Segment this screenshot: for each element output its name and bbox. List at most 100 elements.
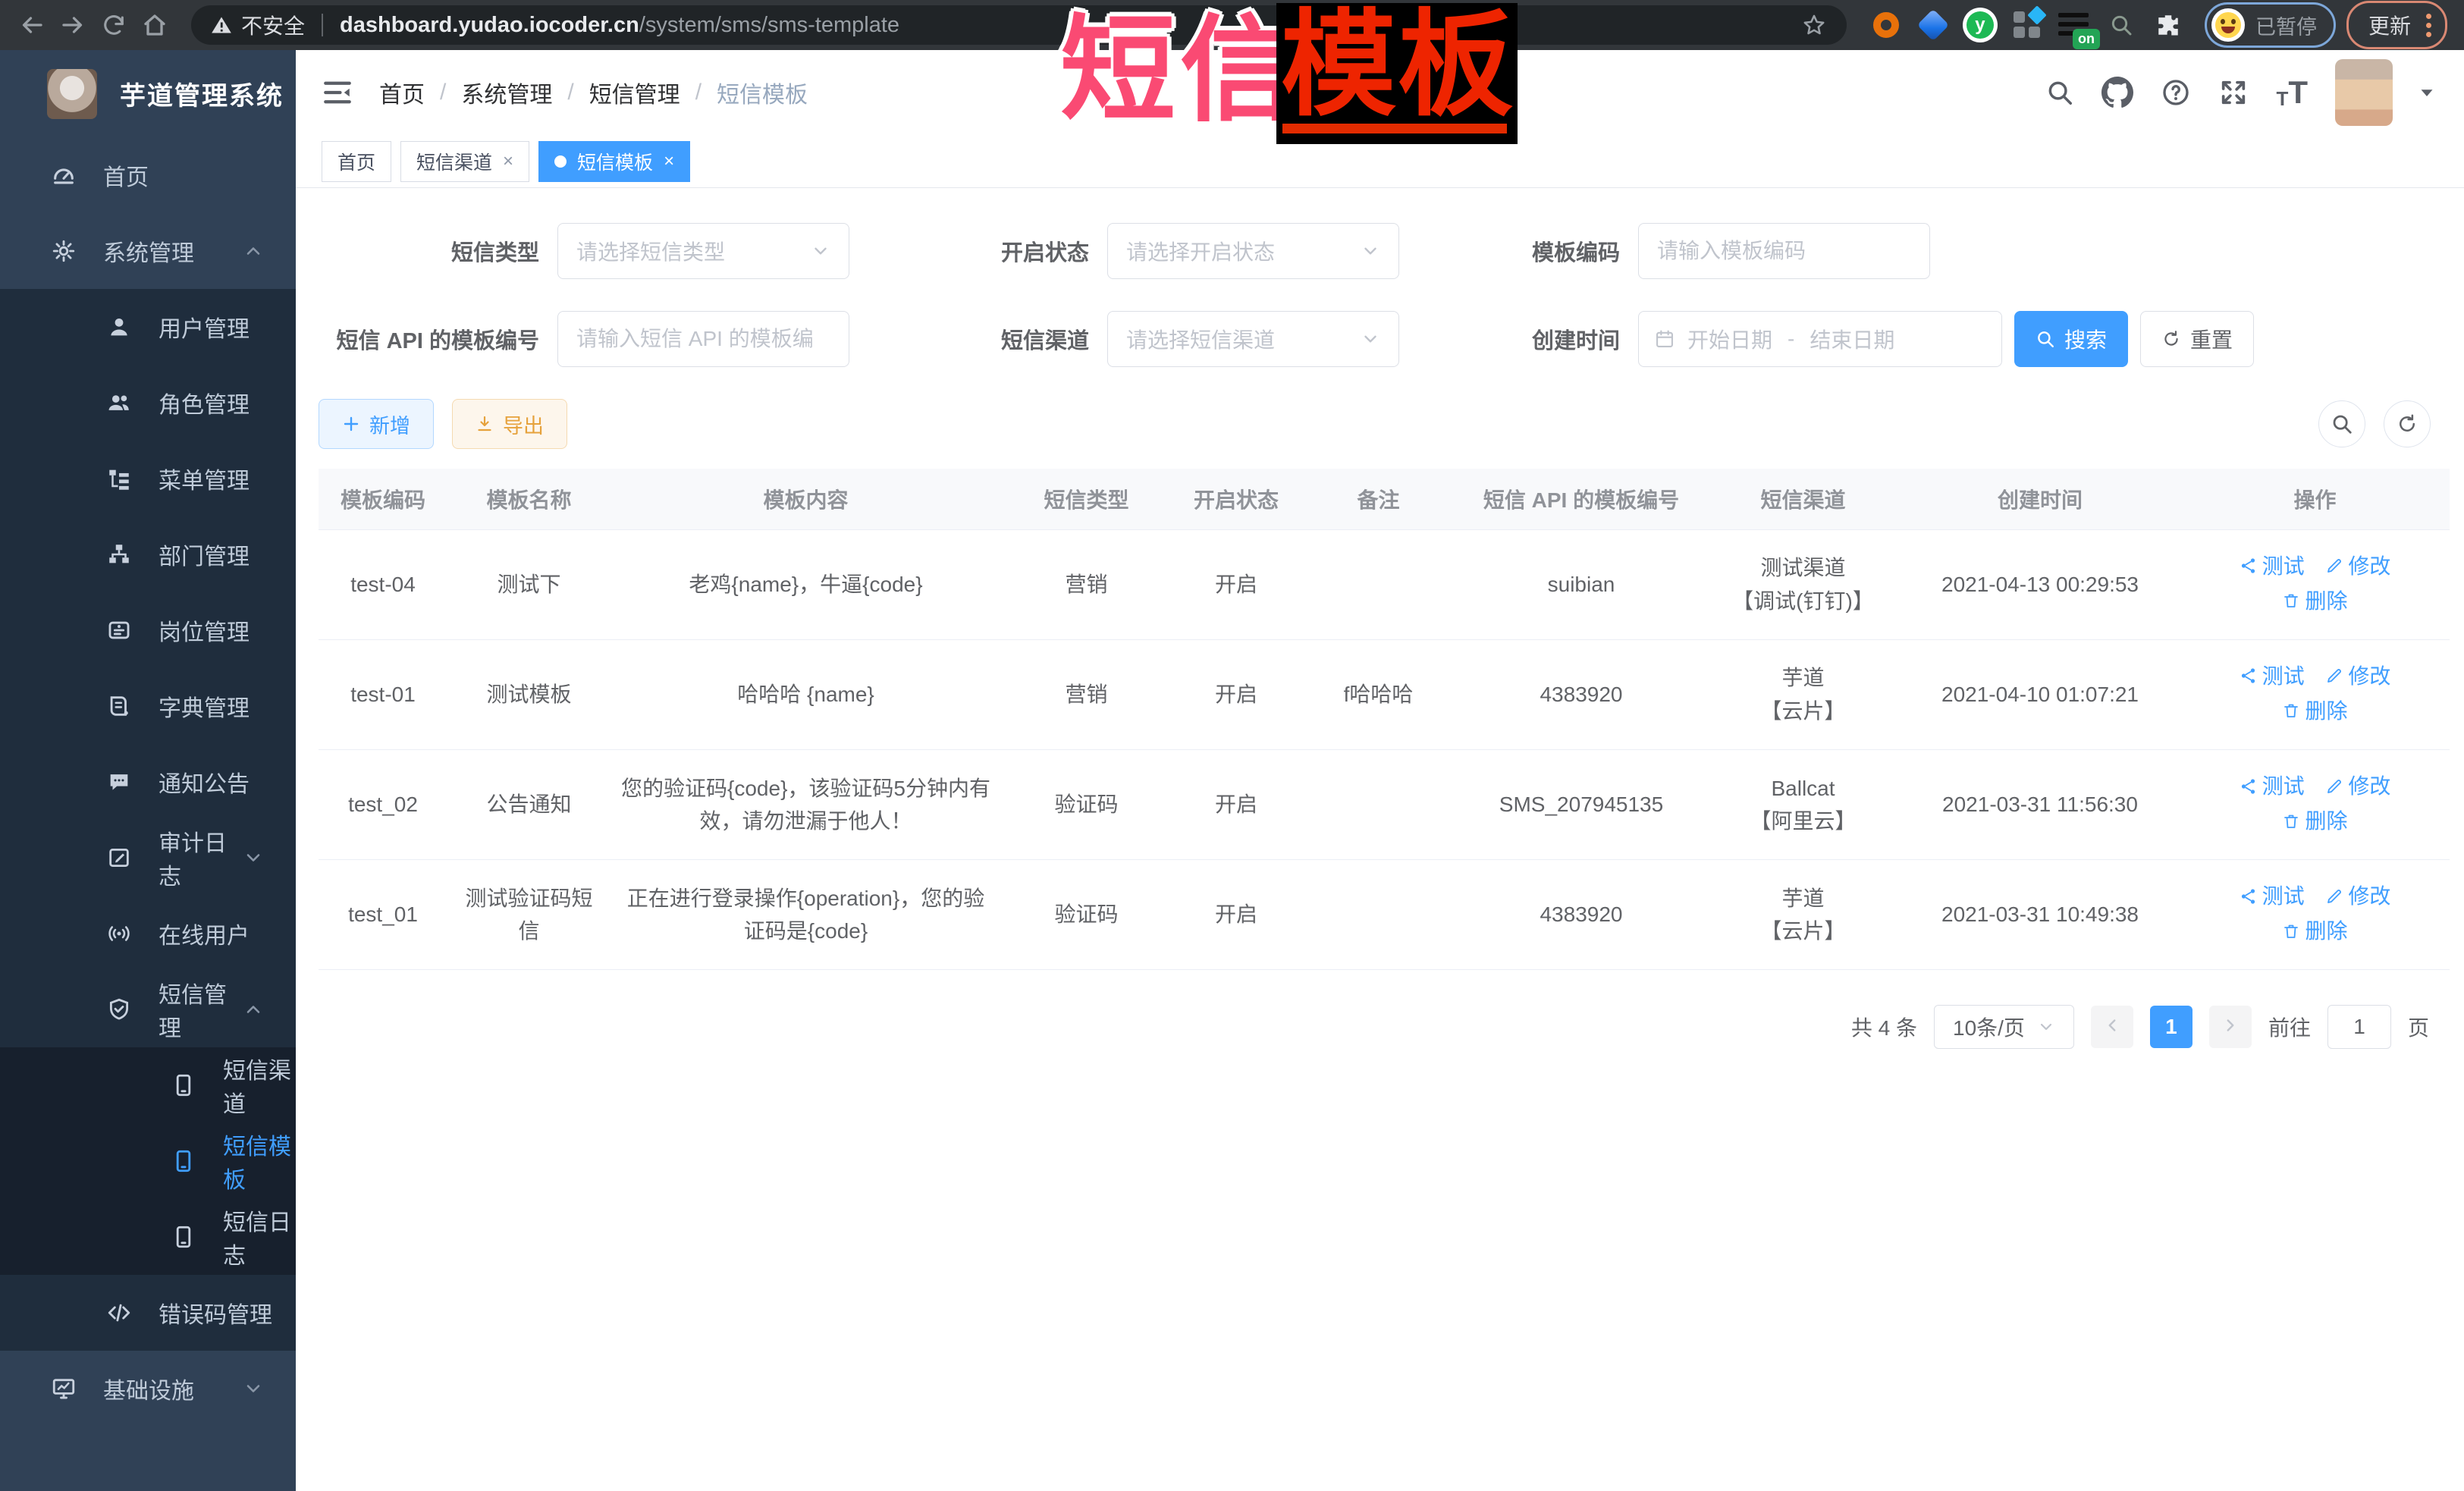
reset-button[interactable]: 重置 [2140,311,2254,367]
test-link[interactable]: 测试 [2240,550,2305,582]
log-icon [102,845,136,871]
site-security[interactable]: 不安全 [211,10,305,40]
bookmark-star-icon[interactable] [1801,12,1827,38]
sidebar-item-roles[interactable]: 角色管理 [0,365,296,441]
delete-link[interactable]: 删除 [2282,915,2347,947]
profile-paused-button[interactable]: 已暂停 [2205,2,2336,48]
tab-sms-template[interactable]: 短信模板× [538,141,690,182]
show-search-button[interactable] [2318,400,2365,447]
extension-magnifier-icon[interactable] [2103,7,2139,43]
table-row: test-04 测试下 老鸡{name}，牛逼{code} 营销 开启 suib… [319,529,2450,639]
extension-puzzle-icon[interactable] [2150,7,2186,43]
edit-link[interactable]: 修改 [2325,660,2390,692]
close-icon[interactable]: × [664,152,674,171]
sidebar-item-online-users[interactable]: 在线用户 [0,896,296,972]
start-date-placeholder: 开始日期 [1687,324,1772,354]
sidebar-item-error-code[interactable]: 错误码管理 [0,1275,296,1351]
browser-chrome: 不安全 dashboard.yudao.iocoder.cn /system/s… [0,0,2464,50]
logo-image [47,69,97,119]
template-code-label: 模板编码 [1532,235,1620,267]
close-icon[interactable]: × [503,152,513,171]
page-size-select[interactable]: 10条/页 [1934,1005,2074,1049]
template-code-input[interactable] [1657,239,1911,263]
help-icon[interactable] [2161,77,2191,108]
url-path: /system/sms/sms-template [639,13,899,38]
sidebar-item-sms-template[interactable]: 短信模板 [0,1123,296,1199]
sidebar-item-sms[interactable]: 短信管理 [0,972,296,1047]
sidebar-item-sms-channel[interactable]: 短信渠道 [0,1047,296,1123]
table-row: test_01 测试验证码短信 正在进行登录操作{operation}，您的验证… [319,859,2450,969]
edit-link[interactable]: 修改 [2325,770,2390,802]
api-template-input[interactable] [576,327,830,351]
breadcrumb-home[interactable]: 首页 [379,76,425,109]
extension-ring-icon[interactable] [1868,7,1904,43]
browser-back-button[interactable] [17,10,47,40]
extension-grid-icon[interactable] [2009,7,2045,43]
divider [322,14,323,36]
sidebar-item-users[interactable]: 用户管理 [0,289,296,365]
browser-update-button[interactable]: 更新 [2346,1,2447,49]
sidebar-item-dict[interactable]: 字典管理 [0,668,296,744]
page-number-1[interactable]: 1 [2150,1006,2192,1048]
browser-forward-button[interactable] [58,10,88,40]
chevron-down-icon [811,241,830,261]
sidebar-item-departments[interactable]: 部门管理 [0,516,296,592]
test-link[interactable]: 测试 [2240,660,2305,692]
sidebar-item-home[interactable]: 首页 [0,137,296,213]
browser-reload-button[interactable] [99,10,129,40]
address-bar[interactable]: 不安全 dashboard.yudao.iocoder.cn /system/s… [191,5,1847,45]
sms-type-select[interactable]: 请选择短信类型 [557,223,849,279]
menu-tree-icon [102,466,136,491]
extension-y-icon[interactable]: y [1962,7,1998,43]
goto-page-input[interactable] [2327,1005,2391,1049]
browser-home-button[interactable] [140,10,170,40]
next-page-button[interactable] [2209,1006,2252,1048]
refresh-table-button[interactable] [2384,400,2431,447]
active-dot [554,155,567,168]
collapse-sidebar-button[interactable] [322,77,353,108]
sidebar-item-system[interactable]: 系统管理 [0,213,296,289]
avatar-caret-icon[interactable] [2415,81,2438,104]
extension-list-icon[interactable]: on [2056,7,2092,43]
add-button[interactable]: 新增 [319,399,434,449]
fullscreen-icon[interactable] [2218,77,2249,108]
delete-link[interactable]: 删除 [2282,805,2347,837]
user-avatar[interactable] [2335,59,2393,126]
github-icon[interactable] [2101,77,2133,108]
dict-icon [102,693,136,719]
test-link[interactable]: 测试 [2240,880,2305,912]
test-link[interactable]: 测试 [2240,770,2305,802]
font-size-icon[interactable]: TT [2276,74,2308,111]
channel-select[interactable]: 请选择短信渠道 [1107,311,1399,367]
browser-menu-icon[interactable] [2426,14,2431,37]
security-label: 不安全 [241,10,305,40]
sidebar-item-infrastructure[interactable]: 基础设施 [0,1351,296,1427]
chevron-down-icon [2037,1018,2055,1036]
sidebar-item-menus[interactable]: 菜单管理 [0,441,296,516]
delete-link[interactable]: 删除 [2282,585,2347,617]
date-range-picker[interactable]: 开始日期 - 结束日期 [1638,311,2002,367]
profile-avatar [2211,8,2245,42]
status-select[interactable]: 请选择开启状态 [1107,223,1399,279]
tab-home[interactable]: 首页 [322,141,391,182]
app-logo[interactable]: 芋道管理系统 [0,50,296,137]
message-icon [102,769,136,795]
sidebar-item-audit-log[interactable]: 审计日志 [0,820,296,896]
search-button[interactable]: 搜索 [2014,311,2128,367]
dashboard-icon [47,162,80,188]
extension-gem-icon[interactable] [1915,7,1951,43]
prev-page-button[interactable] [2091,1006,2133,1048]
tab-sms-channel[interactable]: 短信渠道× [400,141,529,182]
breadcrumb-sms[interactable]: 短信管理 [589,76,680,109]
online-icon [102,921,136,946]
sidebar-item-sms-log[interactable]: 短信日志 [0,1199,296,1275]
breadcrumb-system[interactable]: 系统管理 [461,76,552,109]
edit-link[interactable]: 修改 [2325,550,2390,582]
export-button[interactable]: 导出 [452,399,567,449]
sidebar-item-posts[interactable]: 岗位管理 [0,592,296,668]
edit-link[interactable]: 修改 [2325,880,2390,912]
sidebar-item-notice[interactable]: 通知公告 [0,744,296,820]
delete-link[interactable]: 删除 [2282,695,2347,727]
create-time-label: 创建时间 [1532,323,1620,355]
search-icon[interactable] [2045,78,2074,107]
